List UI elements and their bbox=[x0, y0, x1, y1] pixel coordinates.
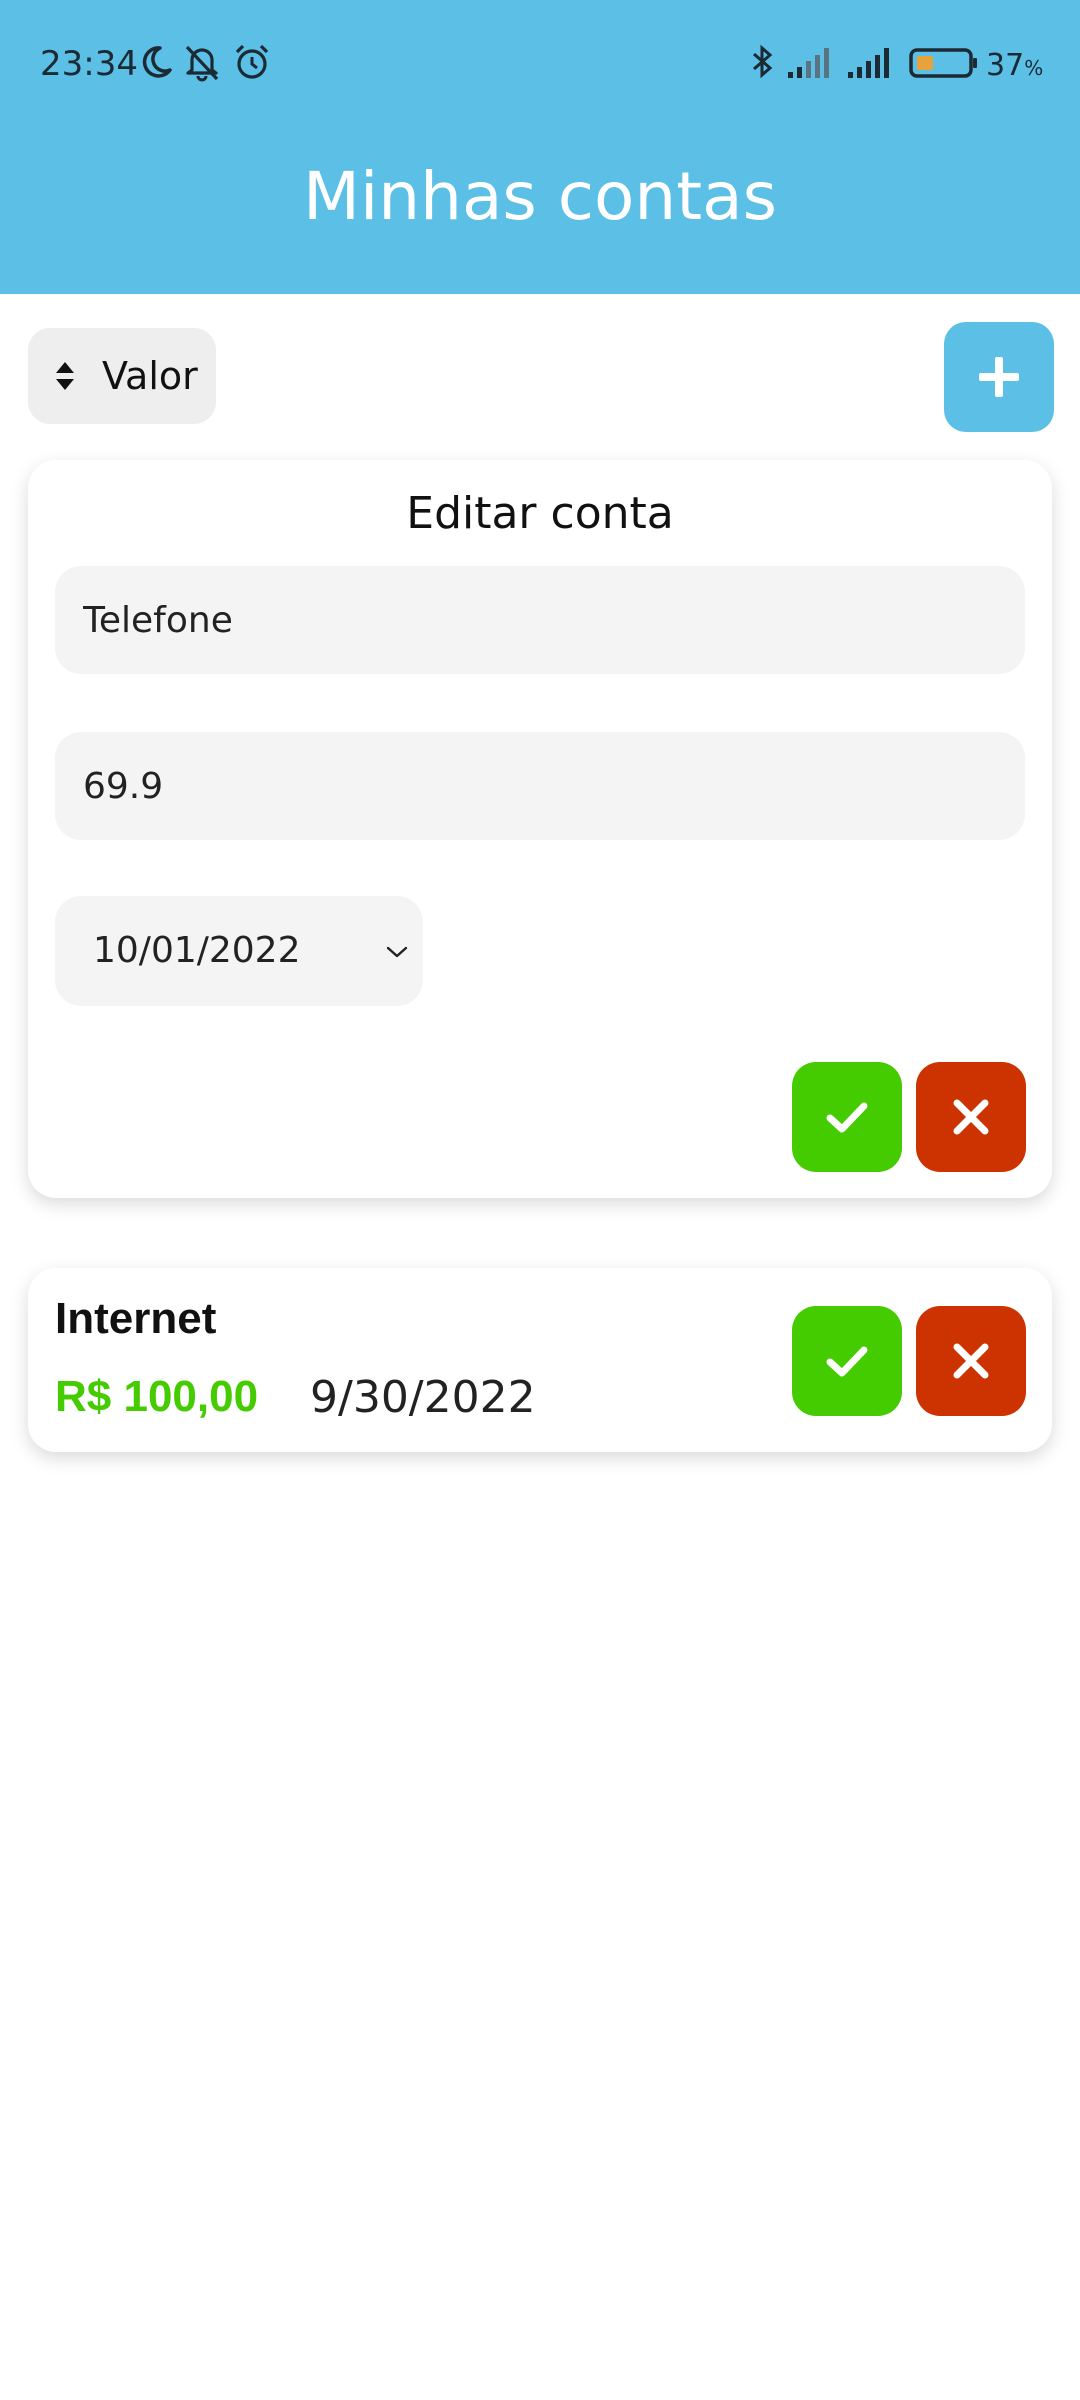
alarm-icon bbox=[235, 44, 269, 79]
delete-bill-button[interactable] bbox=[916, 1306, 1026, 1416]
bluetooth-icon bbox=[753, 44, 773, 79]
sort-icon bbox=[56, 362, 74, 390]
page-title: Minhas contas bbox=[303, 158, 777, 235]
bell-off-icon bbox=[185, 45, 219, 82]
bill-date-select[interactable]: 10/01/2022 bbox=[55, 896, 423, 1006]
check-icon bbox=[826, 1346, 868, 1377]
status-time: 23:34 bbox=[40, 44, 138, 84]
bill-date-value: 10/01/2022 bbox=[93, 930, 301, 971]
bill-name: Internet bbox=[55, 1294, 217, 1343]
battery-icon bbox=[909, 48, 977, 78]
bill-amount-field[interactable] bbox=[55, 732, 1025, 840]
sort-label: Valor bbox=[102, 354, 198, 398]
bill-due-date: 9/30/2022 bbox=[310, 1372, 536, 1423]
app-header: 23:34 37% Minhas contas bbox=[0, 0, 1080, 294]
check-icon bbox=[826, 1102, 868, 1133]
chevron-down-icon bbox=[386, 946, 408, 958]
edit-bill-card: Editar conta 10/01/2022 bbox=[28, 460, 1052, 1198]
signal-1-icon bbox=[788, 48, 829, 78]
close-icon bbox=[953, 1343, 989, 1379]
bill-amount: R$ 100,00 bbox=[55, 1372, 259, 1421]
list-item: Internet R$ 100,00 9/30/2022 bbox=[28, 1268, 1052, 1452]
edit-card-title: Editar conta bbox=[406, 488, 674, 539]
cancel-edit-button[interactable] bbox=[916, 1062, 1026, 1172]
close-icon bbox=[953, 1099, 989, 1135]
save-edit-button[interactable] bbox=[792, 1062, 902, 1172]
signal-2-icon bbox=[848, 48, 889, 78]
sort-button[interactable]: Valor bbox=[28, 328, 216, 424]
battery-percent: 37% bbox=[986, 48, 1044, 83]
mark-paid-button[interactable] bbox=[792, 1306, 902, 1416]
plus-icon bbox=[979, 357, 1019, 397]
bill-name-field[interactable] bbox=[55, 566, 1025, 674]
moon-icon bbox=[142, 46, 172, 78]
add-bill-button[interactable] bbox=[944, 322, 1054, 432]
status-bar: 23:34 37% bbox=[0, 0, 1080, 130]
